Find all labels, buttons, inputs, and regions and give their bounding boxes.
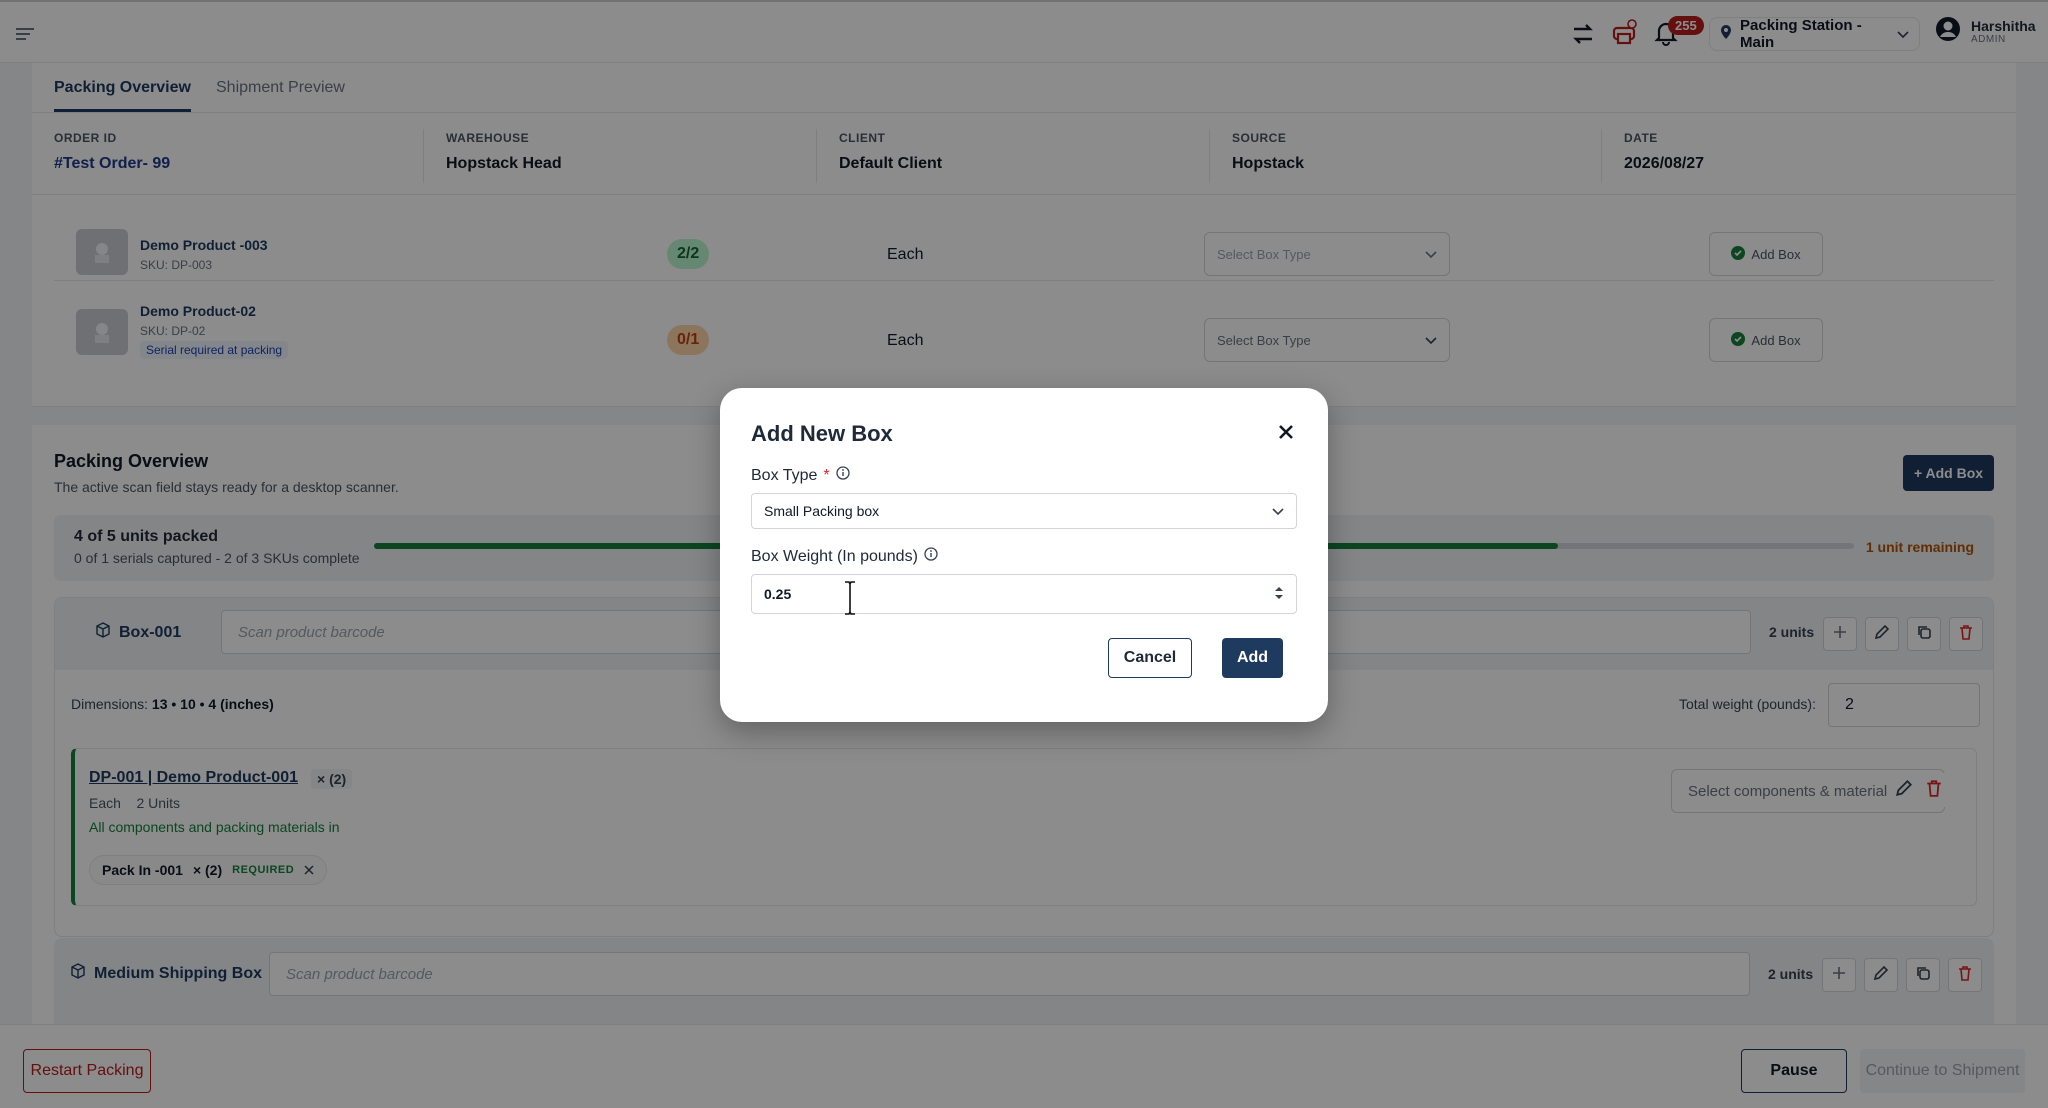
close-icon — [1278, 424, 1294, 445]
add-new-box-dialog: Add New Box Box Type * Small Packing box… — [720, 388, 1328, 722]
cancel-button[interactable]: Cancel — [1108, 638, 1192, 678]
box-weight-input[interactable]: 0.25 — [751, 574, 1297, 614]
box-type-select[interactable]: Small Packing box — [751, 493, 1297, 529]
box-weight-value: 0.25 — [764, 586, 792, 602]
dialog-title: Add New Box — [751, 421, 893, 446]
text-cursor-icon — [843, 581, 857, 620]
box-type-value: Small Packing box — [764, 503, 880, 519]
chevron-down-icon — [1272, 503, 1284, 519]
add-button[interactable]: Add — [1222, 638, 1283, 678]
box-type-label: Box Type — [751, 466, 818, 484]
info-icon[interactable] — [924, 547, 938, 566]
required-marker: * — [823, 466, 830, 484]
info-icon[interactable] — [836, 466, 850, 485]
box-weight-label: Box Weight (In pounds) — [751, 547, 918, 565]
close-dialog-button[interactable] — [1274, 422, 1298, 446]
box-type-field-label: Box Type * — [751, 466, 850, 485]
box-weight-field-label: Box Weight (In pounds) — [751, 547, 938, 566]
stepper-arrows-icon[interactable] — [1274, 585, 1284, 604]
